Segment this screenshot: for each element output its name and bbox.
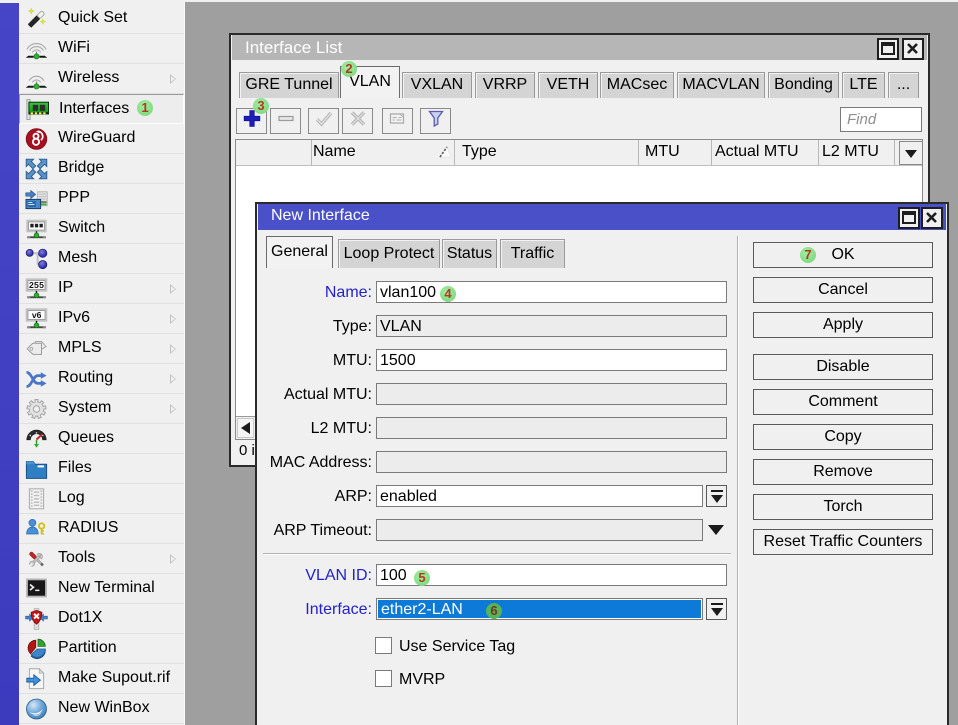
svg-text:v6: v6 (31, 310, 41, 320)
svg-text:255: 255 (28, 280, 43, 290)
